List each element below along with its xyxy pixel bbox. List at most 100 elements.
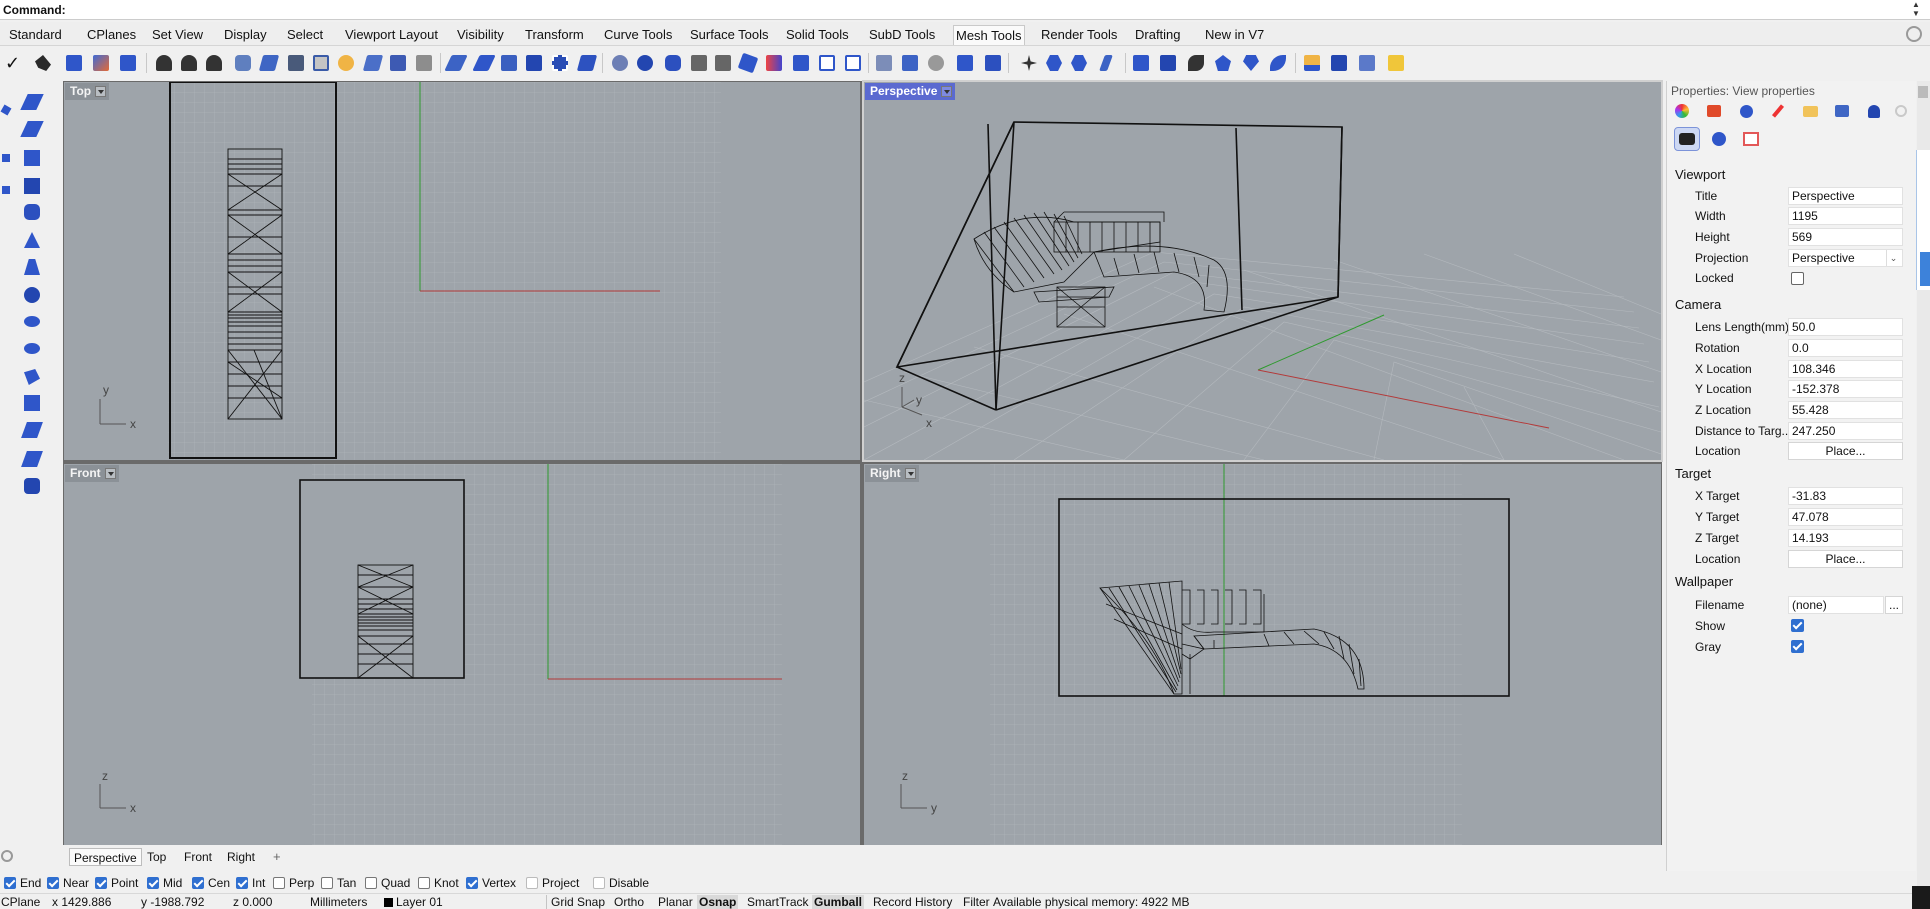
box-icon[interactable] [22, 176, 42, 196]
tab-solid-tools[interactable]: Solid Tools [784, 25, 851, 45]
osnap-disable[interactable]: Disable [593, 875, 649, 891]
mesh-weld-icon[interactable] [285, 52, 307, 74]
mesh-diag-icon[interactable] [576, 52, 598, 74]
mesh-extract-icon[interactable] [153, 52, 175, 74]
tab-mesh-tools[interactable]: Mesh Tools [953, 25, 1025, 45]
tab-drafting[interactable]: Drafting [1133, 25, 1183, 45]
osnap-point[interactable]: Point [95, 875, 138, 891]
distance-to-target-field[interactable]: 247.250 [1788, 422, 1903, 440]
sphere-icon[interactable] [22, 285, 42, 305]
folder-icon[interactable] [1801, 102, 1819, 120]
status-osnap[interactable]: Osnap [697, 895, 739, 909]
osnap-cen-checkbox[interactable] [192, 877, 204, 889]
osnap-disable-checkbox[interactable] [593, 877, 605, 889]
osnap-int[interactable]: Int [236, 875, 265, 891]
mesh-leaf-icon[interactable] [1267, 52, 1289, 74]
rotation-field[interactable]: 0.0 [1788, 339, 1903, 357]
x-location-field[interactable]: 108.346 [1788, 360, 1903, 378]
osnap-int-checkbox[interactable] [236, 877, 248, 889]
status-planar[interactable]: Planar [658, 895, 693, 909]
mesh-pull-icon[interactable] [737, 52, 759, 74]
osnap-knot-checkbox[interactable] [418, 877, 430, 889]
cone-icon[interactable] [22, 230, 42, 250]
tab-render-tools[interactable]: Render Tools [1039, 25, 1119, 45]
left-panel-gear-icon[interactable] [1, 850, 13, 862]
wallpaper-filename-field[interactable]: (none) [1788, 596, 1884, 614]
status-units[interactable]: Millimeters [310, 895, 367, 909]
lens-length-field[interactable]: 50.0 [1788, 318, 1903, 336]
viewport-front[interactable]: z x Front [64, 464, 860, 845]
mesh-reduce-icon[interactable] [258, 52, 280, 74]
osnap-near[interactable]: Near [47, 875, 89, 891]
material-icon[interactable] [1673, 102, 1691, 120]
mesh-offset-icon[interactable] [362, 52, 384, 74]
tab-settings-gear-icon[interactable] [1906, 26, 1922, 42]
tab-transform[interactable]: Transform [523, 25, 586, 45]
viewport-tab-perspective[interactable]: Perspective [69, 848, 142, 866]
mesh-patch-icon[interactable] [117, 52, 139, 74]
osnap-perp[interactable]: Perp [273, 875, 314, 891]
wallpaper-show-checkbox[interactable] [1791, 619, 1804, 632]
add-viewport-tab-button[interactable]: + [273, 849, 281, 864]
mesh-color-icon[interactable] [763, 52, 785, 74]
mesh-filmstrip-icon[interactable] [1157, 52, 1179, 74]
surface-icon[interactable] [20, 119, 44, 139]
pipe-icon[interactable] [22, 367, 42, 387]
osnap-project-checkbox[interactable] [526, 877, 538, 889]
osnap-quad-checkbox[interactable] [365, 877, 377, 889]
small-grid-icon[interactable] [0, 180, 20, 200]
mesh-frame-icon[interactable] [816, 52, 838, 74]
cage-icon[interactable] [22, 476, 42, 496]
mesh-torus-icon[interactable] [609, 52, 631, 74]
left-pin-icon[interactable] [0, 100, 20, 120]
osnap-tan-checkbox[interactable] [321, 877, 333, 889]
mesh-project-icon[interactable] [712, 52, 734, 74]
mesh-label-icon[interactable] [899, 52, 921, 74]
mesh-repair-icon[interactable] [232, 52, 254, 74]
tab-set-view[interactable]: Set View [150, 25, 205, 45]
cylinder-icon[interactable] [22, 202, 42, 222]
z-target-field[interactable]: 14.193 [1788, 529, 1903, 547]
viewport-perspective[interactable]: z y x Perspective [862, 80, 1663, 462]
osnap-cen[interactable]: Cen [192, 875, 230, 891]
layer-stack-icon[interactable] [21, 449, 43, 469]
osnap-vertex[interactable]: Vertex [466, 875, 516, 891]
osnap-end[interactable]: End [4, 875, 41, 891]
tab-new-in-v7[interactable]: New in V7 [1203, 25, 1266, 45]
viewport-menu-dropdown-icon[interactable] [104, 468, 116, 479]
frame-properties-icon[interactable] [1739, 128, 1763, 150]
notification-bell-icon[interactable] [1865, 102, 1883, 120]
tab-select[interactable]: Select [285, 25, 325, 45]
osnap-near-checkbox[interactable] [47, 877, 59, 889]
mesh-sphere-icon[interactable] [634, 52, 656, 74]
tab-curve-tools[interactable]: Curve Tools [602, 25, 674, 45]
osnap-knot[interactable]: Knot [418, 875, 459, 891]
mesh-pen-icon[interactable] [1095, 52, 1117, 74]
mesh-print-icon[interactable] [1301, 52, 1323, 74]
image-icon[interactable] [1833, 102, 1851, 120]
tab-standard[interactable]: Standard [7, 25, 64, 45]
truncated-cone-icon[interactable] [22, 257, 42, 277]
render-icon[interactable] [1705, 102, 1723, 120]
osnap-mid[interactable]: Mid [147, 875, 182, 891]
viewport-title-perspective[interactable]: Perspective [865, 83, 956, 100]
viewport-menu-dropdown-icon[interactable] [904, 468, 916, 479]
command-history-scroll[interactable]: ▲ ▼ [1910, 0, 1922, 19]
mesh-film-icon[interactable] [1130, 52, 1152, 74]
chevron-down-icon[interactable]: ⌄ [1886, 250, 1900, 266]
viewport-tab-right[interactable]: Right [223, 848, 259, 866]
osnap-quad[interactable]: Quad [365, 875, 410, 891]
light-icon[interactable] [1769, 102, 1787, 120]
mesh-trim-icon[interactable] [203, 52, 225, 74]
plane-icon[interactable] [20, 92, 44, 112]
y-location-field[interactable]: -152.378 [1788, 380, 1903, 398]
torus-icon[interactable] [22, 339, 42, 359]
status-gumball[interactable]: Gumball [812, 895, 865, 909]
tab-cplanes[interactable]: CPlanes [85, 25, 138, 45]
mesh-cube-icon[interactable] [523, 52, 545, 74]
osnap-point-checkbox[interactable] [95, 877, 107, 889]
wallpaper-gray-checkbox[interactable] [1791, 640, 1804, 653]
mesh-fill-hole-icon[interactable] [335, 52, 357, 74]
camera-place-button[interactable]: Place... [1788, 442, 1903, 460]
status-record-history[interactable]: Record History [873, 895, 952, 909]
